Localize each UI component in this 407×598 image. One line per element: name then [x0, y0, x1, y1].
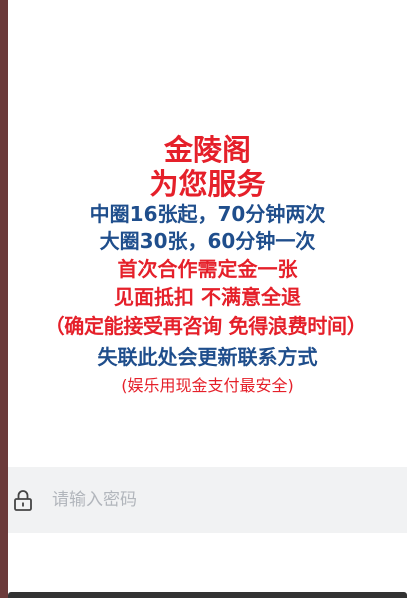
bottom-bar	[8, 592, 407, 598]
notice-line-refund: 见面抵扣 不满意全退	[114, 285, 301, 309]
notice-title: 金陵阁	[163, 133, 251, 167]
password-input[interactable]	[50, 489, 354, 511]
notice-text-block: 金陵阁 为您服务 中圈16张起，70分钟两次 大圈30张，60分钟一次 首次合作…	[8, 134, 407, 399]
notice-line-deposit: 首次合作需定金一张	[117, 257, 298, 281]
notice-line-confirm: （确定能接受再咨询 免得浪费时间）	[44, 314, 367, 338]
notice-line-pricing-2: 大圈30张，60分钟一次	[99, 229, 316, 253]
lock-icon	[13, 489, 33, 511]
notice-line-pricing-1: 中圈16张起，70分钟两次	[89, 202, 326, 226]
password-row[interactable]	[8, 467, 407, 533]
notice-line-payment: (娱乐用现金支付最安全)	[121, 376, 294, 395]
notice-line-contact: 失联此处会更新联系方式	[97, 345, 318, 369]
page-card: 金陵阁 为您服务 中圈16张起，70分钟两次 大圈30张，60分钟一次 首次合作…	[8, 0, 407, 598]
notice-subtitle: 为您服务	[149, 167, 266, 201]
